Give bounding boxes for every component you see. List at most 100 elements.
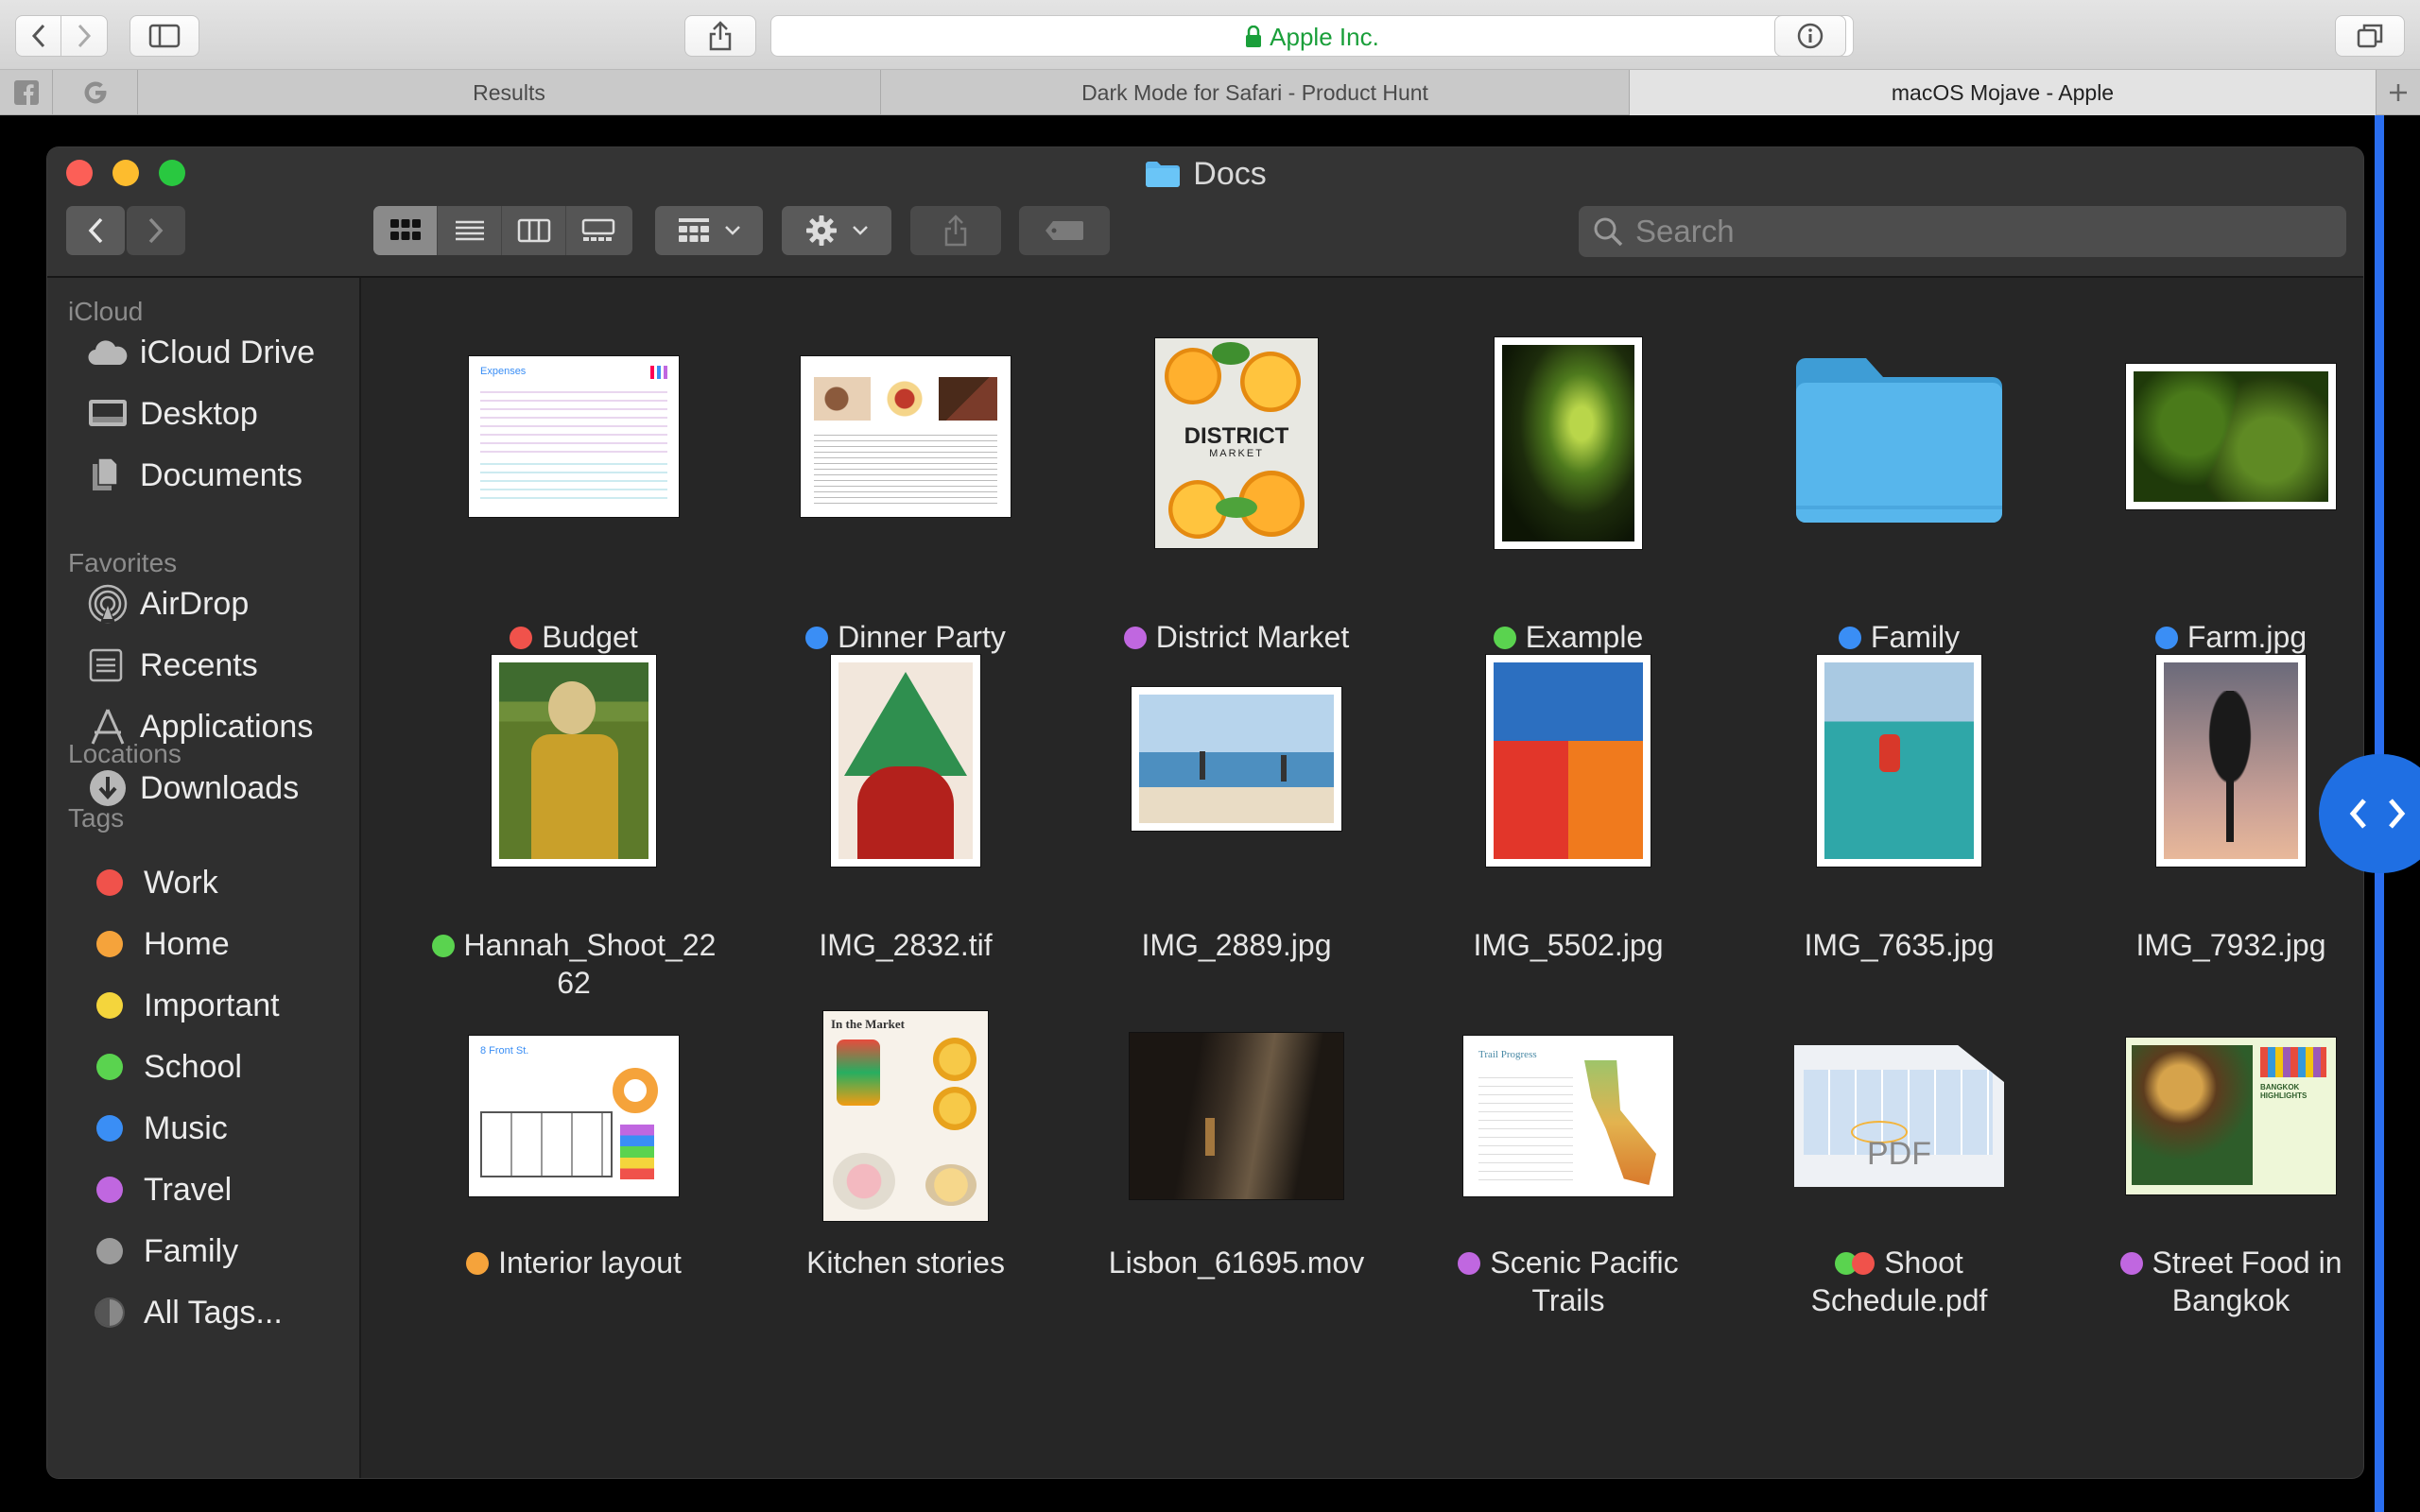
file-thumbnail: 8 Front St. — [413, 1007, 735, 1225]
forward-icon[interactable] — [61, 16, 107, 56]
tab-label: macOS Mojave - Apple — [1891, 79, 2115, 105]
sidebar-item-desktop[interactable]: Desktop — [87, 390, 258, 438]
sidebar: iCloud iCloud Drive Desktop Documents Fa… — [47, 278, 361, 1478]
file-thumbnail — [745, 652, 1066, 869]
file-hannah-shoot[interactable]: Hannah_Shoot_22 62 — [413, 643, 735, 1002]
sidebar-tag-important[interactable]: Important — [87, 982, 280, 1029]
sidebar-tag-all[interactable]: All Tags... — [87, 1289, 283, 1336]
sidebar-tag-travel[interactable]: Travel — [87, 1166, 232, 1213]
back-icon[interactable] — [16, 16, 62, 56]
gear-icon — [806, 215, 837, 246]
file-shoot-schedule[interactable]: PDF Shoot Schedule.pdf — [1738, 1007, 2060, 1366]
airdrop-icon — [88, 584, 128, 624]
file-dinner-party[interactable]: Dinner Party — [745, 278, 1066, 654]
spreadsheet-thumbnail: Expenses — [469, 356, 679, 517]
sidebar-tag-family[interactable]: Family — [87, 1228, 238, 1275]
file-kitchen-stories[interactable]: In the Market Kitchen stories — [745, 1007, 1066, 1366]
file-name: IMG_2832.tif — [819, 928, 993, 962]
file-name: Interior layout — [498, 1246, 682, 1280]
list-view-icon — [455, 220, 484, 241]
tag-dot — [431, 935, 455, 957]
folder-family[interactable]: Family — [1738, 278, 2060, 654]
sidebar-item-documents[interactable]: Documents — [87, 452, 302, 499]
sidebar-item-label: Music — [144, 1109, 228, 1146]
sidebar-section-icloud: iCloud — [68, 297, 144, 326]
sidebar-toggle-button[interactable] — [130, 15, 199, 57]
pinned-tab-facebook[interactable] — [0, 70, 53, 115]
file-example-lighting[interactable]: Example Lighting.tif — [1408, 278, 1729, 692]
sidebar-item-label: Documents — [140, 456, 302, 493]
share-button[interactable] — [684, 15, 756, 57]
tab-overview-button[interactable] — [2335, 15, 2405, 57]
file-img-2889[interactable]: IMG_2889.jpg — [1076, 643, 1397, 1002]
column-view-button[interactable] — [502, 206, 566, 255]
cloud-icon — [88, 340, 128, 366]
file-img-2832[interactable]: IMG_2832.tif — [745, 643, 1066, 1002]
list-view-button[interactable] — [438, 206, 502, 255]
tab-label: Results — [473, 79, 545, 105]
search-field[interactable] — [1579, 206, 2346, 257]
search-input[interactable] — [1635, 214, 2297, 249]
address-bar[interactable]: Apple Inc. — [770, 15, 1854, 57]
file-name-line2: Schedule.pdf — [1810, 1283, 1988, 1317]
sidebar-tag-school[interactable]: School — [87, 1043, 242, 1091]
file-img-5502[interactable]: IMG_5502.jpg — [1408, 643, 1729, 1002]
group-by-button[interactable] — [655, 206, 763, 255]
tag-color-dot — [96, 1054, 123, 1080]
file-lisbon-movie[interactable]: Lisbon_61695.mov — [1076, 1007, 1397, 1366]
gallery-view-button[interactable] — [566, 206, 631, 255]
sidebar-item-label: Family — [144, 1232, 239, 1269]
floorplan-thumbnail: 8 Front St. — [469, 1036, 679, 1196]
sidebar-item-label: iCloud Drive — [140, 334, 316, 370]
icon-view-button[interactable] — [373, 206, 438, 255]
file-name: Kitchen stories — [806, 1246, 1005, 1280]
file-thumbnail — [2070, 652, 2363, 869]
sidebar-tag-home[interactable]: Home — [87, 920, 230, 968]
sidebar-item-label: Downloads — [140, 769, 300, 806]
tab-product-hunt[interactable]: Dark Mode for Safari - Product Hunt — [881, 70, 1630, 115]
share-finder-button[interactable] — [910, 206, 1001, 255]
window-title-text: Docs — [1193, 155, 1267, 192]
sidebar-tag-work[interactable]: Work — [87, 859, 218, 906]
file-img-7635[interactable]: IMG_7635.jpg — [1738, 643, 2060, 1002]
new-tab-button[interactable] — [2377, 70, 2420, 115]
tag-color-dot — [96, 992, 123, 1019]
file-budget[interactable]: Expenses Budget — [413, 278, 735, 654]
sidebar-item-icloud-drive[interactable]: iCloud Drive — [87, 329, 315, 376]
photo-thumbnail — [831, 655, 980, 867]
reader-info-button[interactable] — [1774, 15, 1846, 57]
tag-icon — [1046, 221, 1083, 240]
finder-window: Docs Search iCloud iCloud Drive Desktop … — [47, 147, 2363, 1478]
google-icon — [84, 81, 106, 104]
action-menu-button[interactable] — [782, 206, 891, 255]
file-thumbnail — [745, 352, 1066, 522]
tags-button[interactable] — [1019, 206, 1110, 255]
file-name-line2: 62 — [557, 966, 591, 1000]
column-view-icon — [517, 218, 550, 243]
sidebar-item-airdrop[interactable]: AirDrop — [87, 580, 249, 627]
safari-toolbar: Apple Inc. — [0, 0, 2420, 70]
sidebar-item-label: Work — [144, 864, 218, 901]
tab-macos-mojave[interactable]: macOS Mojave - Apple — [1630, 70, 2377, 115]
back-button[interactable] — [66, 206, 125, 255]
finder-toolbar: Docs — [47, 147, 2363, 278]
sidebar-item-recents[interactable]: Recents — [87, 642, 258, 689]
thumb-heading: In the Market — [831, 1017, 905, 1031]
file-name-line1: Street Food in — [2152, 1246, 2342, 1280]
sidebar-tag-music[interactable]: Music — [87, 1105, 228, 1152]
view-mode-control — [373, 206, 632, 255]
file-interior-layout[interactable]: 8 Front St. Interior layout — [413, 1007, 735, 1366]
file-farm[interactable]: Farm.jpg — [2070, 278, 2363, 654]
chevron-down-icon — [853, 226, 868, 235]
file-thumbnail: BANGKOK HIGHLIGHTS — [2070, 1007, 2363, 1225]
file-street-food-bangkok[interactable]: BANGKOK HIGHLIGHTS Street Food in Bangko… — [2070, 1007, 2363, 1366]
pinned-tab-google[interactable] — [53, 70, 138, 115]
photo-thumbnail — [1132, 687, 1341, 831]
forward-button[interactable] — [127, 206, 185, 255]
sidebar-item-label: Important — [144, 987, 280, 1023]
file-name: IMG_5502.jpg — [1473, 928, 1664, 962]
file-scenic-pacific-trails[interactable]: Trail Progress Scenic Pacific Trails — [1408, 1007, 1729, 1366]
url-text: Apple Inc. — [1270, 22, 1379, 51]
tab-results[interactable]: Results — [138, 70, 881, 115]
file-district-market[interactable]: DISTRICT MARKET District Market — [1076, 278, 1397, 654]
